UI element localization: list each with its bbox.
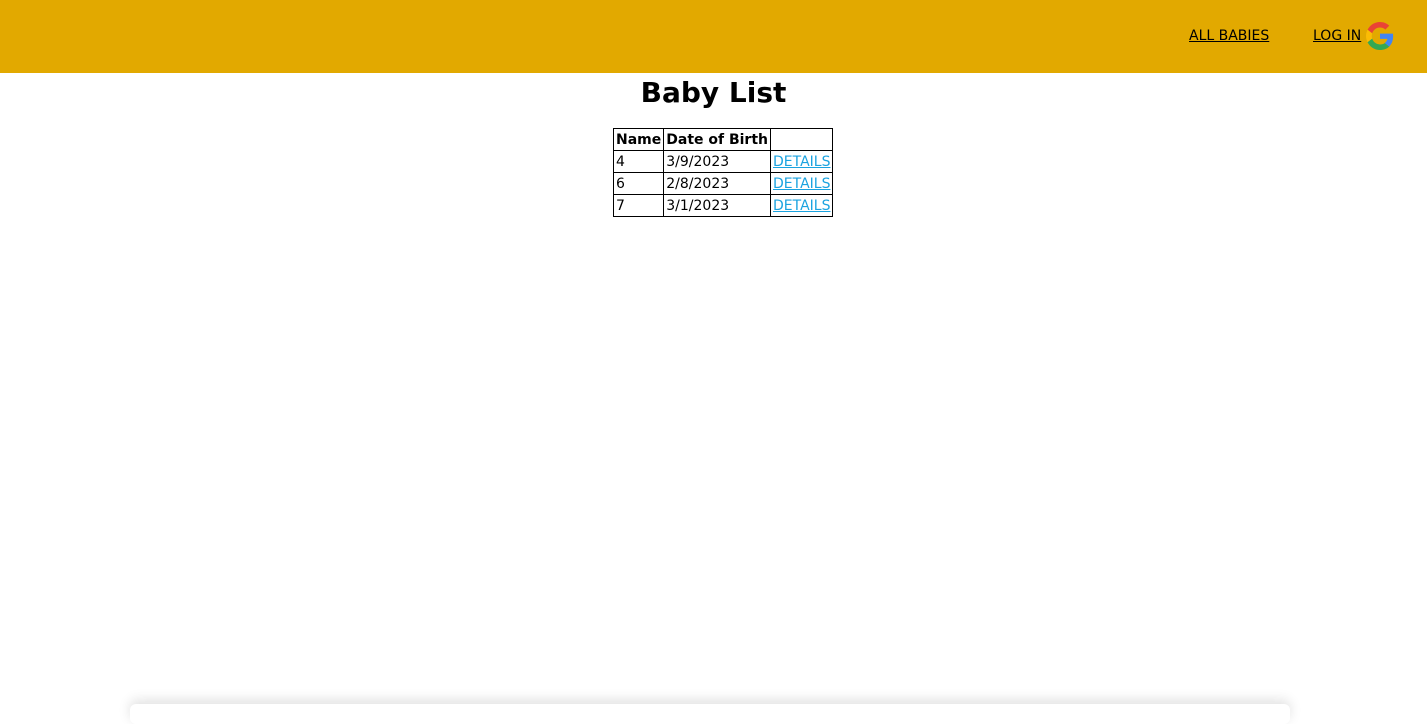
nav-all-babies-link[interactable]: ALL BABIES <box>1189 28 1269 44</box>
column-header-date-of-birth: Date of Birth <box>663 128 771 151</box>
nav-login-link[interactable]: LOG IN <box>1313 28 1361 44</box>
details-link[interactable]: DETAILS <box>773 154 830 170</box>
google-icon[interactable] <box>1366 22 1394 50</box>
table-header-row: Name Date of Birth <box>612 128 834 151</box>
baby-dob-cell: 3/1/2023 <box>663 194 771 217</box>
column-header-name: Name <box>612 128 665 151</box>
page-title: Baby List <box>640 76 787 109</box>
baby-dob-cell: 3/9/2023 <box>663 150 771 173</box>
baby-list-table: Name Date of Birth 4 3/9/2023 DETAILS 6 … <box>612 128 834 217</box>
baby-dob-cell: 2/8/2023 <box>663 172 771 195</box>
details-cell: DETAILS <box>769 172 834 195</box>
table-row: 6 2/8/2023 DETAILS <box>612 172 834 195</box>
details-cell: DETAILS <box>769 150 834 173</box>
baby-name-cell: 4 <box>612 150 665 173</box>
table-row: 7 3/1/2023 DETAILS <box>612 194 834 217</box>
details-cell: DETAILS <box>769 194 834 217</box>
column-header-actions <box>769 128 834 151</box>
baby-name-cell: 7 <box>612 194 665 217</box>
top-navigation-bar: ALL BABIES LOG IN <box>0 0 1427 73</box>
baby-name-cell: 6 <box>612 172 665 195</box>
details-link[interactable]: DETAILS <box>773 198 830 214</box>
table-row: 4 3/9/2023 DETAILS <box>612 150 834 173</box>
footer-panel-edge <box>130 704 1290 724</box>
details-link[interactable]: DETAILS <box>773 176 830 192</box>
